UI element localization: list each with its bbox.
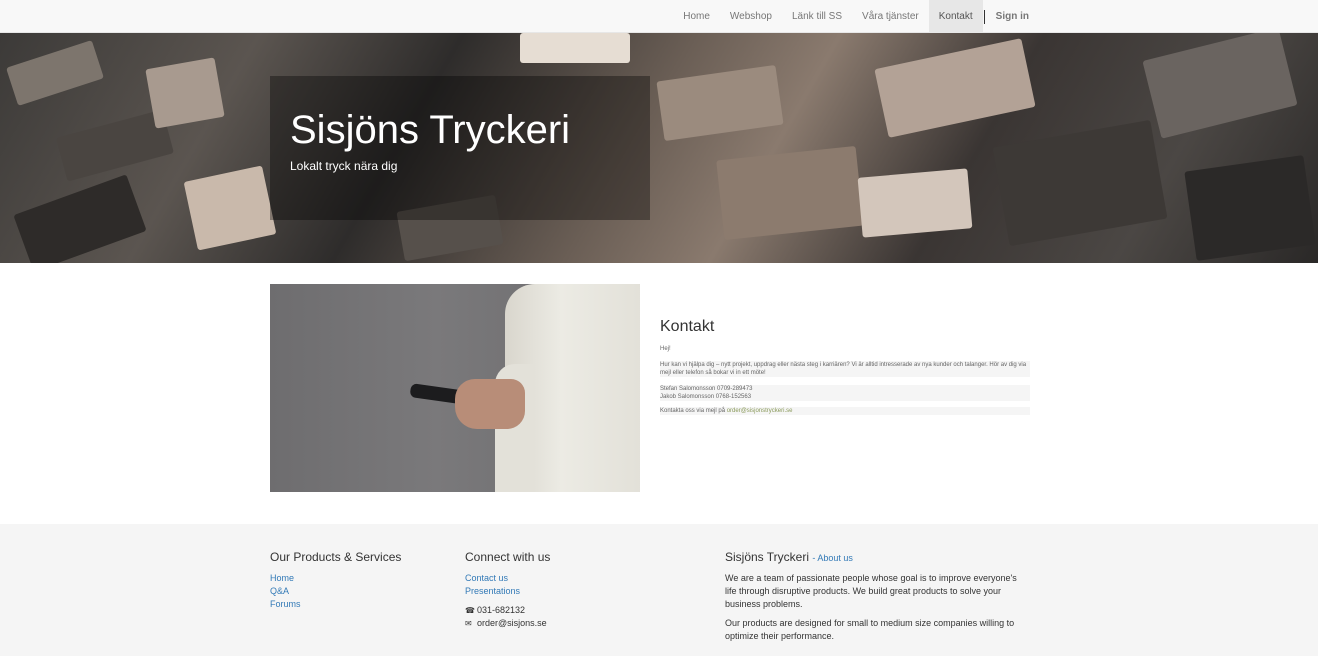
- nav-services[interactable]: Våra tjänster: [852, 0, 929, 33]
- footer-about-p2: Our products are designed for small to m…: [725, 618, 1015, 641]
- contact-greeting: Hej!: [660, 346, 671, 352]
- contact-people: Stefan Salomonsson 0709-289473 Jakob Sal…: [660, 385, 1030, 401]
- phone-icon: ☎: [465, 606, 475, 615]
- contact-photo: [270, 284, 640, 492]
- site-title: Sisjöns Tryckeri: [290, 108, 571, 152]
- contact-heading: Kontakt: [660, 318, 715, 335]
- footer-link-home[interactable]: Home: [270, 572, 450, 585]
- nav-kontakt[interactable]: Kontakt: [928, 0, 983, 33]
- footer-products-heading: Our Products & Services: [270, 550, 402, 564]
- contact-mail-text: Kontakta oss via mejl på: [660, 408, 727, 414]
- contact-section: Kontakt Hej! Hur kan vi hjälpa dig – nyt…: [660, 318, 1030, 415]
- nav-divider: [983, 9, 985, 24]
- main-nav: Home Webshop Länk till SS Våra tjänster …: [673, 0, 1039, 33]
- footer-link-contact[interactable]: Contact us: [465, 572, 665, 585]
- footer-about-link[interactable]: - About us: [812, 553, 853, 563]
- contact-mail-link[interactable]: order@sisjonstryckeri.se: [727, 408, 793, 414]
- contact-mail-line: Kontakta oss via mejl på order@sisjonstr…: [660, 407, 1030, 415]
- footer-connect-heading: Connect with us: [465, 550, 551, 564]
- footer-about-p1: We are a team of passionate people whose…: [725, 573, 1017, 609]
- footer: Our Products & Services Home Q&A Forums …: [0, 524, 1318, 656]
- footer-link-presentations[interactable]: Presentations: [465, 585, 665, 598]
- contact-intro: Hur kan vi hjälpa dig – nytt projekt, up…: [660, 361, 1030, 377]
- footer-link-qa[interactable]: Q&A: [270, 585, 450, 598]
- footer-phone-number: 031-682132: [477, 605, 526, 615]
- envelope-icon: ✉: [465, 619, 472, 628]
- nav-link-ss[interactable]: Länk till SS: [782, 0, 852, 33]
- footer-email-address: order@sisjons.se: [477, 618, 547, 628]
- nav-home[interactable]: Home: [673, 0, 720, 33]
- top-navbar: Home Webshop Länk till SS Våra tjänster …: [0, 0, 1318, 33]
- site-tagline: Lokalt tryck nära dig: [290, 159, 398, 173]
- footer-products: Our Products & Services Home Q&A Forums: [270, 550, 450, 611]
- footer-phone: ☎ 031-682132: [465, 604, 665, 617]
- footer-connect: Connect with us Contact us Presentations…: [465, 550, 665, 630]
- footer-about: Sisjöns Tryckeri - About us We are a tea…: [725, 550, 1030, 643]
- footer-about-title: Sisjöns Tryckeri: [725, 550, 810, 564]
- hero-banner: Sisjöns Tryckeri Lokalt tryck nära dig: [0, 33, 1318, 263]
- hero-caption-box: Sisjöns Tryckeri Lokalt tryck nära dig: [270, 76, 650, 220]
- sign-in-link[interactable]: Sign in: [986, 0, 1039, 33]
- footer-link-forums[interactable]: Forums: [270, 598, 450, 611]
- contact-person-1: Stefan Salomonsson 0709-289473: [660, 386, 753, 392]
- nav-webshop[interactable]: Webshop: [720, 0, 782, 33]
- contact-person-2: Jakob Salomonsson 0768-152563: [660, 394, 752, 400]
- footer-email: ✉ order@sisjons.se: [465, 617, 665, 630]
- footer-about-heading: Sisjöns Tryckeri - About us: [725, 550, 1030, 564]
